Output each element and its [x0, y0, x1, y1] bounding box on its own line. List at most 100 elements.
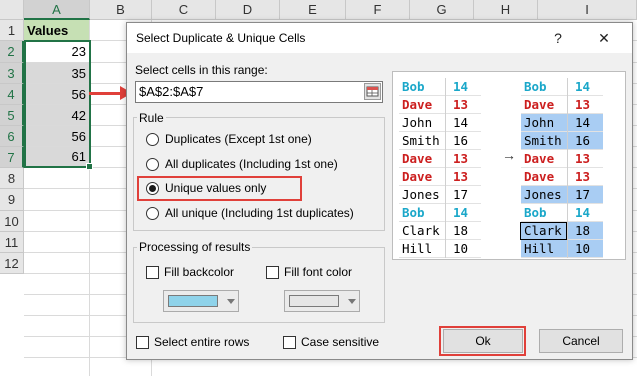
preview-name-cell: John	[399, 114, 445, 132]
preview-number-cell: 14	[567, 204, 603, 222]
backcolor-swatch	[168, 295, 218, 307]
row-header-3[interactable]: 3	[0, 63, 24, 84]
preview-number-cell: 16	[445, 132, 481, 150]
preview-column-separator	[567, 78, 568, 258]
preview-number-cell: 17	[567, 186, 603, 204]
preview-arrow-icon: →	[502, 147, 516, 163]
preview-name-cell: Bob	[521, 78, 567, 96]
preview-column-separator	[445, 78, 446, 258]
preview-number-cell: 17	[445, 186, 481, 204]
row-header-6[interactable]: 6	[0, 126, 24, 147]
preview-number-cell: 16	[567, 132, 603, 150]
fill-fontcolor-label[interactable]: Fill font color	[284, 265, 352, 279]
preview-name-cell: Dave	[399, 150, 445, 168]
preview-name-cell: Dave	[399, 96, 445, 114]
select-all-corner[interactable]	[0, 0, 24, 20]
fontcolor-dropdown[interactable]	[284, 290, 360, 312]
preview-number-cell: 14	[445, 78, 481, 96]
range-label: Select cells in this range:	[135, 63, 268, 77]
range-select-icon	[366, 86, 379, 97]
dialog-title: Select Duplicate & Unique Cells	[136, 31, 306, 45]
rule-all-duplicates-radio[interactable]	[146, 158, 159, 171]
column-header-f[interactable]: F	[346, 0, 410, 20]
row-header-10[interactable]: 10	[0, 211, 24, 232]
row-header-2[interactable]: 2	[0, 41, 24, 63]
column-header-e[interactable]: E	[280, 0, 346, 20]
preview-number-cell: 13	[445, 150, 481, 168]
column-header-b[interactable]: B	[90, 0, 152, 20]
column-header-c[interactable]: C	[152, 0, 216, 20]
fill-backcolor-checkbox[interactable]	[146, 266, 159, 279]
rule-all-unique-radio[interactable]	[146, 207, 159, 220]
preview-name-cell: John	[521, 114, 567, 132]
preview-number-cell: 10	[445, 240, 481, 258]
annotation-ok-highlight	[439, 326, 526, 356]
preview-name-cell: Dave	[521, 168, 567, 186]
help-button[interactable]: ?	[547, 27, 569, 49]
row-header-7[interactable]: 7	[0, 147, 24, 168]
preview-name-cell: Hill	[521, 240, 567, 258]
backcolor-dropdown[interactable]	[163, 290, 239, 312]
preview-name-cell: Jones	[399, 186, 445, 204]
row-header-1[interactable]: 1	[0, 20, 24, 41]
preview-number-cell: 13	[567, 96, 603, 114]
dialog-titlebar[interactable]: Select Duplicate & Unique Cells ? ✕	[127, 23, 632, 53]
preview-name-cell: Dave	[399, 168, 445, 186]
preview-panel: Bob 14 Dave 13 John 14 Smith 16 Dave 13 Dave 13 Jone…	[392, 71, 626, 260]
preview-number-cell: 14	[445, 204, 481, 222]
preview-number-cell: 13	[567, 150, 603, 168]
row-header-8[interactable]: 8	[0, 168, 24, 189]
preview-number-cell: 14	[445, 114, 481, 132]
rule-group-label: Rule	[137, 111, 166, 125]
preview-name-cell: Hill	[399, 240, 445, 258]
fill-fontcolor-checkbox[interactable]	[266, 266, 279, 279]
column-header-i[interactable]: I	[538, 0, 637, 20]
row-header-12[interactable]: 12	[0, 253, 24, 274]
range-picker-button[interactable]	[364, 83, 381, 100]
rule-all-unique-label[interactable]: All unique (Including 1st duplicates)	[165, 206, 354, 220]
preview-name-cell: Jones	[521, 186, 567, 204]
processing-group-label: Processing of results	[137, 240, 253, 254]
preview-number-cell: 13	[567, 168, 603, 186]
rule-duplicates-label[interactable]: Duplicates (Except 1st one)	[165, 132, 312, 146]
column-header-h[interactable]: H	[474, 0, 538, 20]
cancel-button[interactable]: Cancel	[539, 329, 623, 353]
preview-name-cell: Dave	[521, 150, 567, 168]
case-sensitive-checkbox[interactable]	[283, 336, 296, 349]
row-header-9[interactable]: 9	[0, 189, 24, 211]
preview-name-cell: Bob	[521, 204, 567, 222]
preview-name-cell: Smith	[521, 132, 567, 150]
close-icon[interactable]: ✕	[593, 27, 615, 49]
preview-name-cell: Clark	[399, 222, 445, 240]
preview-number-cell: 13	[445, 96, 481, 114]
preview-number-cell: 18	[445, 222, 481, 240]
selection-frame	[24, 40, 91, 168]
fill-handle[interactable]	[86, 163, 93, 170]
select-entire-rows-label[interactable]: Select entire rows	[154, 335, 249, 349]
range-input[interactable]: $A$2:$A$7	[135, 81, 383, 103]
annotation-highlight-box	[137, 176, 302, 201]
case-sensitive-label[interactable]: Case sensitive	[301, 335, 379, 349]
preview-name-cell: Bob	[399, 78, 445, 96]
annotation-arrow-line	[89, 92, 123, 95]
preview-name-cell: Smith	[399, 132, 445, 150]
rule-all-duplicates-label[interactable]: All duplicates (Including 1st one)	[165, 157, 338, 171]
column-header-d[interactable]: D	[216, 0, 280, 20]
select-entire-rows-checkbox[interactable]	[136, 336, 149, 349]
column-header-g[interactable]: G	[410, 0, 474, 20]
preview-number-cell: 13	[445, 168, 481, 186]
row-header-11[interactable]: 11	[0, 232, 24, 253]
preview-number-cell: 14	[567, 114, 603, 132]
cell-a1-header[interactable]: Values	[24, 20, 89, 40]
preview-number-cell: 10	[567, 240, 603, 258]
preview-name-cell: Bob	[399, 204, 445, 222]
chevron-down-icon	[227, 299, 235, 304]
rule-duplicates-radio[interactable]	[146, 133, 159, 146]
preview-number-cell: 18	[567, 222, 603, 240]
row-header-4[interactable]: 4	[0, 84, 24, 105]
fill-backcolor-label[interactable]: Fill backcolor	[164, 265, 234, 279]
row-header-5[interactable]: 5	[0, 105, 24, 126]
column-header-a[interactable]: A	[24, 0, 90, 20]
preview-number-cell: 14	[567, 78, 603, 96]
preview-active-cell-outline	[520, 222, 567, 240]
